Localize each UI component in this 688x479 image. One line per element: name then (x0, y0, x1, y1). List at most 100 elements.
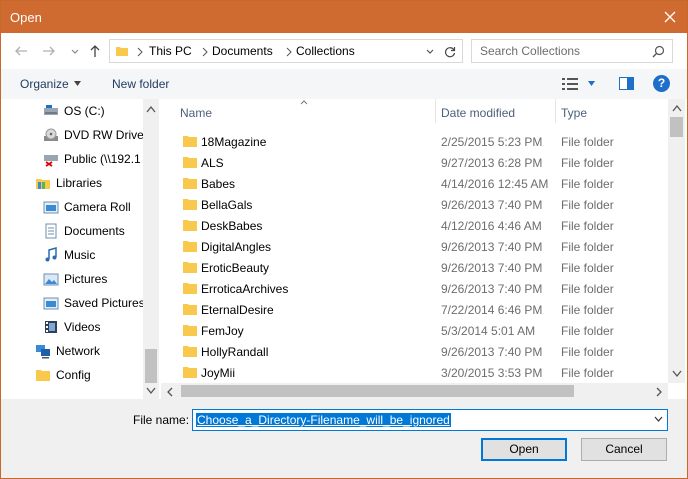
vertical-scrollbar-thumb[interactable] (670, 117, 683, 137)
file-name: DigitalAngles (201, 240, 272, 254)
command-bar: Organize New folder ? (1, 69, 687, 99)
chevron-down-icon[interactable] (424, 46, 436, 58)
scroll-down-icon[interactable] (672, 370, 682, 378)
scroll-left-icon[interactable] (166, 387, 174, 397)
library-folder-icon (43, 297, 59, 310)
chevron-down-icon[interactable] (654, 416, 663, 422)
pictures-icon (43, 273, 59, 286)
arrow-up-icon (90, 45, 100, 57)
recent-locations-button[interactable] (65, 42, 85, 60)
window-title: Open (10, 10, 42, 25)
open-dialog: Open This PC Documents Collections Searc… (0, 0, 688, 479)
nav-item-pictures[interactable]: Pictures (43, 268, 107, 290)
nav-item-config[interactable]: Config (35, 364, 91, 386)
column-date-modified[interactable]: Date modified (441, 106, 515, 120)
horizontal-scrollbar-thumb[interactable] (181, 385, 574, 397)
dialog-footer: File name: Choose_a_Directory-Filename_w… (1, 399, 687, 478)
file-date-modified: 5/3/2014 5:01 AM (441, 324, 536, 338)
nav-item-music[interactable]: Music (43, 244, 95, 266)
file-name: EroticBeauty (201, 261, 270, 275)
nav-item-public-network-drive[interactable]: Public (\\192.1 (43, 148, 141, 170)
breadcrumb-this-pc[interactable]: This PC (149, 44, 192, 58)
file-type: File folder (561, 324, 614, 338)
breadcrumb-collections[interactable]: Collections (296, 44, 355, 58)
file-date-modified: 9/27/2013 6:28 PM (441, 156, 543, 170)
file-name: EternalDesire (201, 303, 274, 317)
file-row[interactable]: ALS 9/27/2013 6:28 PM File folder (177, 152, 667, 173)
up-button[interactable] (85, 42, 105, 60)
file-name: ErroticaArchives (201, 282, 289, 296)
column-header: Name Date modified Type (161, 99, 687, 127)
file-name-input[interactable]: Choose_a_Directory-Filename_will_be_igno… (192, 409, 668, 431)
file-type: File folder (561, 282, 614, 296)
network-icon (36, 345, 50, 359)
column-divider[interactable] (555, 99, 556, 123)
back-button[interactable] (11, 42, 31, 60)
folder-icon (183, 199, 197, 210)
scroll-down-icon[interactable] (146, 387, 156, 395)
network-drive-icon (44, 155, 58, 167)
address-bar[interactable]: This PC Documents Collections (109, 39, 463, 63)
search-input[interactable]: Search Collections (471, 39, 673, 63)
folder-icon (36, 370, 50, 381)
address-row: This PC Documents Collections Search Col… (1, 33, 687, 69)
nav-item-network[interactable]: Network (35, 340, 100, 362)
file-name: BellaGals (201, 198, 253, 212)
file-type: File folder (561, 198, 614, 212)
open-button[interactable]: Open (481, 438, 567, 461)
file-row[interactable]: JoyMii 3/20/2015 3:53 PM File folder (177, 362, 667, 383)
file-row[interactable]: HollyRandall 9/26/2013 7:40 PM File folder (177, 341, 667, 362)
file-date-modified: 4/12/2016 4:46 AM (441, 219, 542, 233)
dropdown-arrow-icon[interactable] (588, 81, 595, 86)
view-details-icon[interactable] (562, 77, 578, 91)
search-icon (652, 45, 665, 58)
folder-icon (183, 283, 197, 294)
column-name[interactable]: Name (180, 106, 212, 120)
dropdown-arrow-icon[interactable] (74, 81, 81, 86)
organize-button[interactable]: Organize (20, 77, 69, 91)
column-divider[interactable] (435, 99, 436, 123)
nav-item-videos[interactable]: Videos (43, 316, 100, 338)
nav-item-saved-pictures[interactable]: Saved Pictures (43, 292, 145, 314)
breadcrumb-documents[interactable]: Documents (212, 44, 273, 58)
vertical-scrollbar[interactable] (668, 99, 685, 383)
file-row[interactable]: BellaGals 9/26/2013 7:40 PM File folder (177, 194, 667, 215)
file-name: 18Magazine (201, 135, 267, 149)
scroll-up-icon[interactable] (146, 105, 156, 113)
file-row[interactable]: DeskBabes 4/12/2016 4:46 AM File folder (177, 215, 667, 236)
help-icon[interactable]: ? (653, 75, 670, 92)
scroll-up-icon[interactable] (672, 104, 682, 112)
folder-icon (183, 367, 197, 378)
file-name-value[interactable]: Choose_a_Directory-Filename_will_be_igno… (196, 413, 451, 427)
file-date-modified: 9/26/2013 7:40 PM (441, 240, 543, 254)
file-row[interactable]: FemJoy 5/3/2014 5:01 AM File folder (177, 320, 667, 341)
file-type: File folder (561, 261, 614, 275)
nav-item-dvd-rw-drive[interactable]: DVD RW Drive (43, 124, 144, 146)
libraries-icon (36, 179, 50, 189)
file-row[interactable]: DigitalAngles 9/26/2013 7:40 PM File folde… (177, 236, 667, 257)
scroll-right-icon[interactable] (655, 387, 663, 397)
new-folder-button[interactable]: New folder (112, 77, 169, 91)
folder-icon (183, 157, 197, 168)
drive-icon (44, 105, 58, 115)
file-row[interactable]: 18Magazine 2/25/2015 5:23 PM File folder (177, 131, 667, 152)
breadcrumb-separator-icon (136, 46, 144, 57)
file-row[interactable]: EroticBeauty 9/26/2013 7:40 PM File folder (177, 257, 667, 278)
refresh-icon[interactable] (443, 45, 457, 59)
close-button[interactable] (653, 1, 687, 33)
file-row[interactable]: Babes 4/14/2016 12:45 AM File folder (177, 173, 667, 194)
file-row[interactable]: EternalDesire 7/22/2014 6:46 PM File folde… (177, 299, 667, 320)
file-row[interactable]: ErroticaArchives 9/26/2013 7:40 PM File fo… (177, 278, 667, 299)
cancel-button[interactable]: Cancel (581, 438, 667, 461)
nav-item-documents[interactable]: Documents (43, 220, 125, 242)
nav-item-camera-roll[interactable]: Camera Roll (43, 196, 131, 218)
videos-icon (45, 321, 57, 333)
preview-pane-icon[interactable] (619, 77, 634, 90)
forward-button[interactable] (39, 42, 59, 60)
file-date-modified: 2/25/2015 5:23 PM (441, 135, 543, 149)
file-name: Babes (201, 177, 236, 191)
column-type[interactable]: Type (561, 106, 587, 120)
nav-item-libraries[interactable]: Libraries (35, 172, 102, 194)
nav-scrollbar-thumb[interactable] (145, 349, 157, 383)
nav-item-os-c[interactable]: OS (C:) (43, 100, 105, 122)
